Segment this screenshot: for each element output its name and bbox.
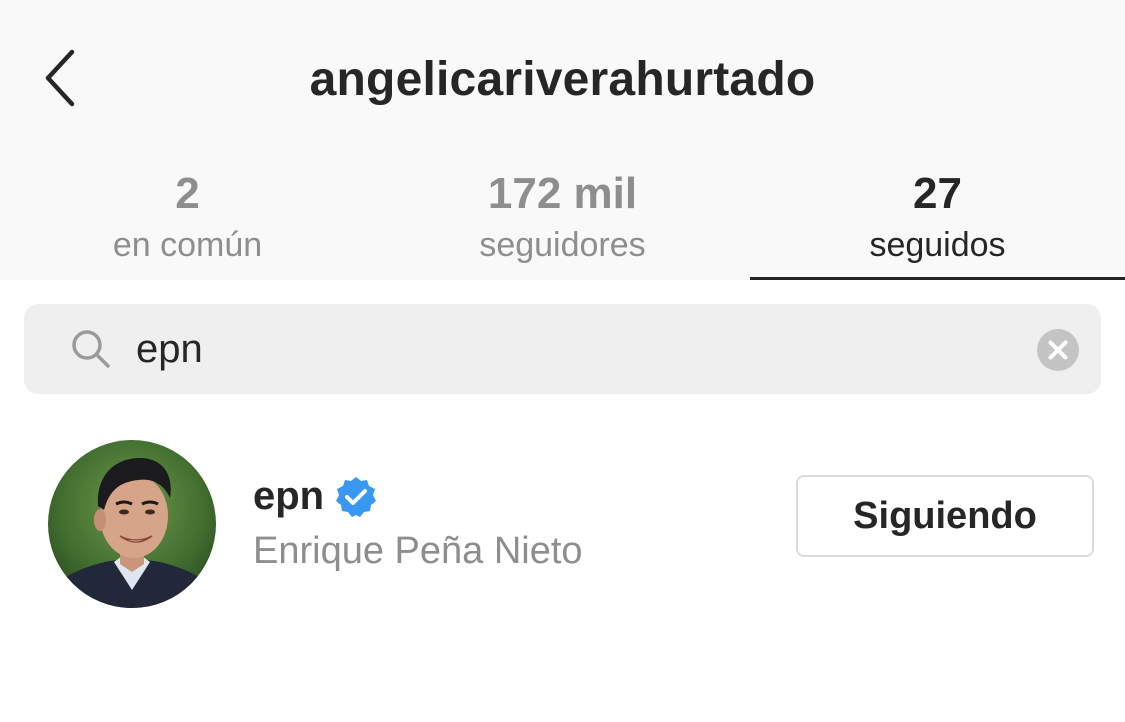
search-icon <box>72 330 110 368</box>
tab-count: 172 mil <box>487 169 638 218</box>
tab-label: seguidos <box>869 226 1006 264</box>
following-button[interactable]: Siguiendo <box>796 475 1094 557</box>
tab-label: en común <box>112 226 263 264</box>
tab-followers[interactable]: 172 mil seguidores <box>375 160 750 280</box>
tab-following[interactable]: 27 seguidos <box>750 160 1125 280</box>
search-input[interactable] <box>136 324 1016 374</box>
search-bar <box>24 304 1101 394</box>
username[interactable]: epn <box>253 474 324 519</box>
tab-label: seguidores <box>479 226 646 264</box>
header: angelicariverahurtado 2 en común 172 mil… <box>0 0 1125 280</box>
verified-badge-icon <box>336 476 377 517</box>
username-line: epn <box>253 474 378 519</box>
profile-photo <box>48 440 216 608</box>
page-title: angelicariverahurtado <box>309 53 816 106</box>
full-name: Enrique Peña Nieto <box>253 530 583 572</box>
tab-count: 2 <box>175 169 200 218</box>
clear-icon[interactable] <box>1036 328 1080 372</box>
list-item[interactable]: epn Enrique Peña Nieto Siguiendo <box>0 430 1125 620</box>
tab-count: 27 <box>913 169 962 218</box>
avatar[interactable] <box>48 440 216 608</box>
tab-in-common[interactable]: 2 en común <box>0 160 375 280</box>
tab-bar: 2 en común 172 mil seguidores 27 seguido… <box>0 160 1125 280</box>
